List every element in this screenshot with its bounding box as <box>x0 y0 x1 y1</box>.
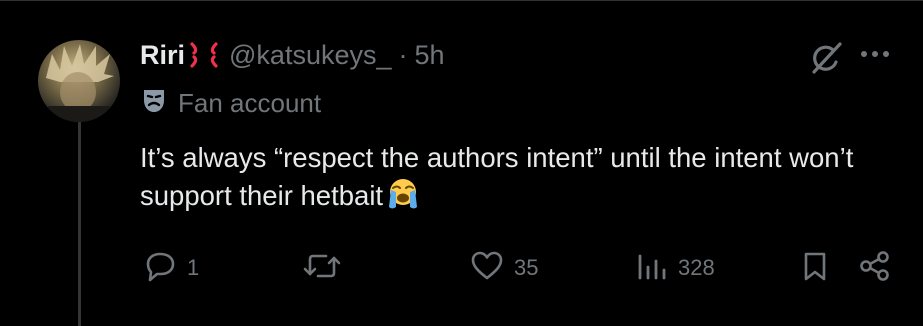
bookmark-icon <box>802 250 828 286</box>
separator: · <box>398 39 408 70</box>
tweet-header: Riri @katsukeys_ · 5h <box>140 38 445 72</box>
share-button[interactable] <box>858 246 892 290</box>
theater-mask-icon <box>142 88 166 118</box>
like-button[interactable]: 35 <box>470 246 538 290</box>
anger-symbol-icon <box>187 40 221 70</box>
label-text: Fan account <box>178 87 322 118</box>
view-count: 328 <box>678 255 715 280</box>
thread-line <box>78 122 81 326</box>
avatar[interactable] <box>38 40 120 122</box>
repost-icon <box>302 250 342 286</box>
heart-icon <box>470 250 504 286</box>
views-button[interactable]: 328 <box>636 246 715 290</box>
repost-button[interactable] <box>302 246 342 290</box>
views-icon <box>636 250 668 286</box>
loudly-crying-face-icon <box>385 177 421 221</box>
more-icon[interactable] <box>860 46 890 65</box>
reply-button[interactable]: 1 <box>143 246 199 290</box>
tweet-text: It’s always “respect the authors intent”… <box>140 142 854 211</box>
tweet-text-container: It’s always “respect the authors intent”… <box>140 139 860 221</box>
bookmark-button[interactable] <box>802 246 828 290</box>
like-count: 35 <box>514 255 539 280</box>
top-divider <box>0 0 923 1</box>
reply-count: 1 <box>187 255 200 280</box>
share-icon <box>858 250 892 286</box>
fan-account-label: Fan account <box>142 86 321 120</box>
handle[interactable]: @katsukeys_ <box>229 40 391 71</box>
grok-icon[interactable] <box>808 40 844 80</box>
action-bar: 1 35 328 <box>0 246 923 290</box>
reply-icon <box>143 250 177 286</box>
display-name[interactable]: Riri <box>140 40 185 71</box>
timestamp[interactable]: 5h <box>415 40 445 71</box>
